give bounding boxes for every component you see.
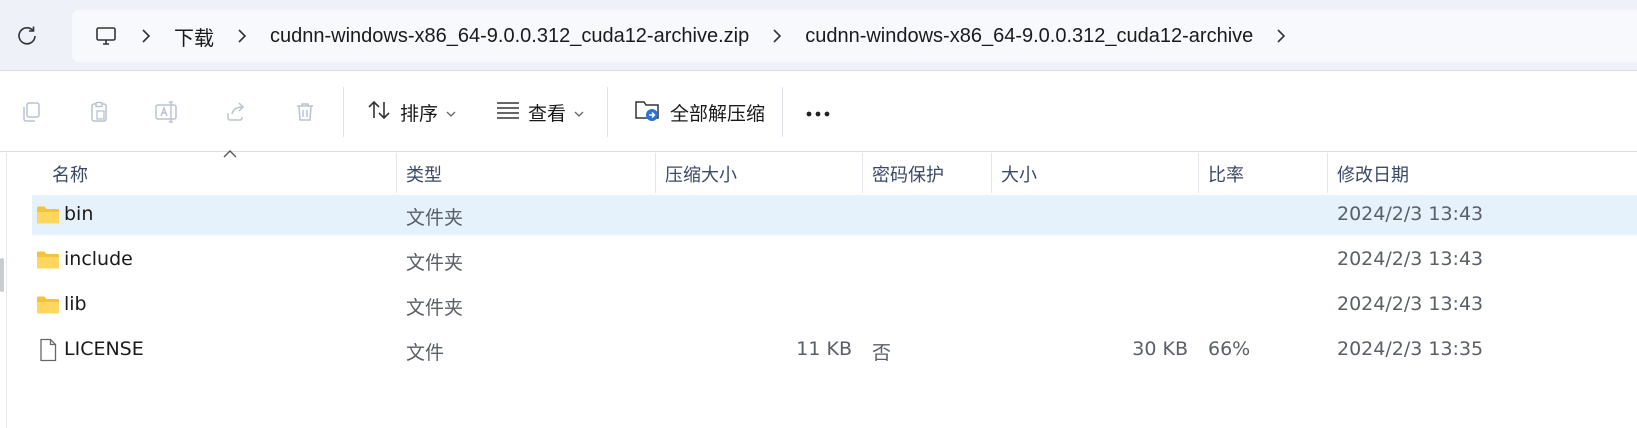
breadcrumb-item-folder[interactable]: cudnn-windows-x86_64-9.0.0.312_cuda12-ar… <box>797 19 1261 54</box>
sort-icon <box>366 97 392 128</box>
sort-label: 排序 <box>400 102 439 125</box>
column-header-password[interactable]: 密码保护 <box>872 161 944 187</box>
paste-icon[interactable] <box>82 95 116 129</box>
chevron-right-icon[interactable] <box>228 16 256 56</box>
file-type: 文件 <box>406 342 445 364</box>
list-item[interactable]: include 文件夹 2024/2/3 13:43 <box>32 240 1637 280</box>
view-icon <box>496 100 520 125</box>
column-divider[interactable] <box>1327 153 1328 193</box>
column-header-modified[interactable]: 修改日期 <box>1337 161 1409 187</box>
file-modified: 2024/2/3 13:43 <box>1337 248 1484 270</box>
breadcrumb-item-zip[interactable]: cudnn-windows-x86_64-9.0.0.312_cuda12-ar… <box>262 19 757 54</box>
toolbar-separator <box>607 87 608 137</box>
command-bar: 排序 查看 全部解压缩 <box>0 70 1637 152</box>
file-compressed-size: 11 KB <box>796 338 852 360</box>
chevron-down-icon <box>446 101 456 123</box>
rename-icon[interactable] <box>150 95 184 129</box>
column-divider[interactable] <box>655 153 656 193</box>
chevron-right-icon[interactable] <box>132 16 160 56</box>
address-area: 下载 cudnn-windows-x86_64-9.0.0.312_cuda12… <box>0 0 1637 70</box>
file-name: bin <box>64 203 94 225</box>
column-header-size[interactable]: 大小 <box>1001 161 1037 187</box>
file-type: 文件夹 <box>406 207 464 229</box>
toolbar-separator <box>343 87 344 137</box>
file-modified: 2024/2/3 13:43 <box>1337 293 1484 315</box>
column-header-row: 名称 类型 压缩大小 密码保护 大小 比率 修改日期 <box>0 150 1637 197</box>
file-ratio: 66% <box>1208 338 1251 360</box>
column-divider[interactable] <box>991 153 992 193</box>
view-label: 查看 <box>528 102 567 125</box>
extract-all-label: 全部解压缩 <box>670 102 766 125</box>
more-options-icon <box>804 101 832 123</box>
column-divider[interactable] <box>862 153 863 193</box>
file-type: 文件夹 <box>406 297 464 319</box>
file-list: 名称 类型 压缩大小 密码保护 大小 比率 修改日期 bin 文件夹 2024/… <box>0 150 1637 428</box>
copy-icon[interactable] <box>14 95 48 129</box>
chevron-right-icon[interactable] <box>1267 16 1295 56</box>
toolbar-separator <box>782 87 783 137</box>
folder-icon <box>37 206 59 224</box>
column-header-ratio[interactable]: 比率 <box>1208 161 1244 187</box>
share-icon[interactable] <box>219 95 253 129</box>
file-modified: 2024/2/3 13:43 <box>1337 203 1484 225</box>
file-password: 否 <box>872 342 892 364</box>
column-divider[interactable] <box>1198 153 1199 193</box>
file-name: include <box>64 248 133 270</box>
more-options-button[interactable] <box>804 91 832 133</box>
breadcrumb-item-downloads[interactable]: 下载 <box>166 16 222 57</box>
list-item[interactable]: bin 文件夹 2024/2/3 13:43 <box>32 195 1637 235</box>
file-modified: 2024/2/3 13:35 <box>1337 338 1484 360</box>
refresh-icon[interactable] <box>14 22 40 48</box>
file-icon <box>40 338 57 362</box>
extract-all-button[interactable]: 全部解压缩 <box>634 91 765 133</box>
scrollbar-thumb[interactable] <box>0 258 4 292</box>
extract-folder-icon <box>634 97 662 128</box>
chevron-right-icon[interactable] <box>763 16 791 56</box>
file-type: 文件夹 <box>406 252 464 274</box>
view-button[interactable]: 查看 <box>496 91 584 133</box>
list-item[interactable]: LICENSE 文件 11 KB 否 30 KB 66% 2024/2/3 13… <box>32 330 1637 370</box>
file-name: LICENSE <box>64 338 144 360</box>
folder-icon <box>37 296 59 314</box>
folder-icon <box>37 251 59 269</box>
delete-icon[interactable] <box>288 95 322 129</box>
file-name: lib <box>64 293 87 315</box>
file-size: 30 KB <box>1132 338 1188 360</box>
column-header-compressed-size[interactable]: 压缩大小 <box>665 161 737 187</box>
monitor-icon[interactable] <box>86 16 126 56</box>
column-divider[interactable] <box>396 153 397 193</box>
column-header-type[interactable]: 类型 <box>406 161 442 187</box>
breadcrumb[interactable]: 下载 cudnn-windows-x86_64-9.0.0.312_cuda12… <box>72 10 1637 62</box>
column-header-name[interactable]: 名称 <box>52 161 88 187</box>
chevron-down-icon <box>574 101 584 123</box>
sort-button[interactable]: 排序 <box>366 91 456 133</box>
sort-ascending-icon <box>223 150 237 158</box>
list-item[interactable]: lib 文件夹 2024/2/3 13:43 <box>32 285 1637 325</box>
